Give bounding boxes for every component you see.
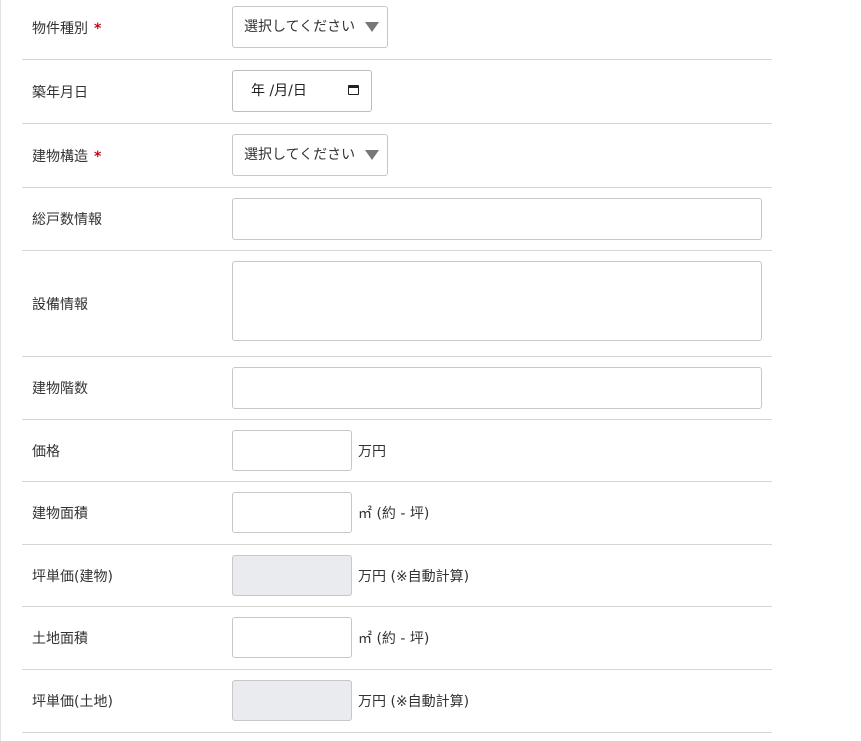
land-area-input[interactable] — [232, 617, 352, 658]
price-label: 価格 — [32, 444, 60, 460]
property-type-select[interactable]: 選択してください — [232, 6, 388, 48]
total-units-input[interactable] — [232, 198, 762, 240]
property-type-label: 物件種別 * — [32, 21, 102, 37]
land-area-unit: ㎡ (約 - 坪) — [358, 631, 430, 647]
unit-price-building-readonly — [232, 555, 352, 596]
built-date-label: 築年月日 — [32, 85, 88, 101]
unit-price-land-unit: 万円 (※自動計算) — [358, 694, 470, 710]
required-mark: * — [94, 149, 102, 165]
building-area-unit: ㎡ (約 - 坪) — [358, 506, 430, 522]
facilities-textarea[interactable] — [232, 261, 762, 341]
row-built-date: 築年月日 年 /月/日 — [22, 60, 772, 124]
row-structure: 建物構造 * 選択してください — [22, 124, 772, 188]
built-date-value: 年 /月/日 — [251, 83, 307, 99]
row-property-type: 物件種別 * 選択してください — [22, 0, 772, 60]
row-floors: 建物階数 — [22, 357, 772, 420]
left-border — [0, 0, 1, 741]
calendar-icon[interactable] — [348, 85, 359, 95]
structure-label: 建物構造 * — [32, 149, 102, 165]
row-building-area: 建物面積 ㎡ (約 - 坪) — [22, 482, 772, 545]
structure-select[interactable]: 選択してください — [232, 134, 388, 176]
structure-select-value: 選択してください — [244, 147, 356, 163]
chevron-down-icon — [365, 150, 379, 160]
row-facilities: 設備情報 — [22, 251, 772, 357]
unit-price-land-readonly — [232, 680, 352, 721]
required-mark: * — [94, 21, 102, 37]
floors-label: 建物階数 — [32, 381, 88, 397]
row-price: 価格 万円 — [22, 420, 772, 482]
row-unit-price-land: 坪単価(土地) 万円 (※自動計算) — [22, 670, 772, 733]
chevron-down-icon — [365, 22, 379, 32]
price-input[interactable] — [232, 430, 352, 471]
facilities-label: 設備情報 — [32, 297, 88, 313]
building-area-label: 建物面積 — [32, 506, 88, 522]
property-type-select-value: 選択してください — [244, 19, 356, 35]
unit-price-land-label: 坪単価(土地) — [32, 694, 113, 710]
building-area-input[interactable] — [232, 492, 352, 533]
price-unit: 万円 — [358, 444, 386, 460]
row-total-units: 総戸数情報 — [22, 188, 772, 251]
total-units-label: 総戸数情報 — [32, 212, 102, 228]
unit-price-building-label: 坪単価(建物) — [32, 569, 113, 585]
row-unit-price-building: 坪単価(建物) 万円 (※自動計算) — [22, 545, 772, 607]
unit-price-building-unit: 万円 (※自動計算) — [358, 569, 470, 585]
row-land-area: 土地面積 ㎡ (約 - 坪) — [22, 607, 772, 670]
land-area-label: 土地面積 — [32, 631, 88, 647]
floors-input[interactable] — [232, 367, 762, 409]
built-date-input[interactable]: 年 /月/日 — [232, 70, 372, 112]
